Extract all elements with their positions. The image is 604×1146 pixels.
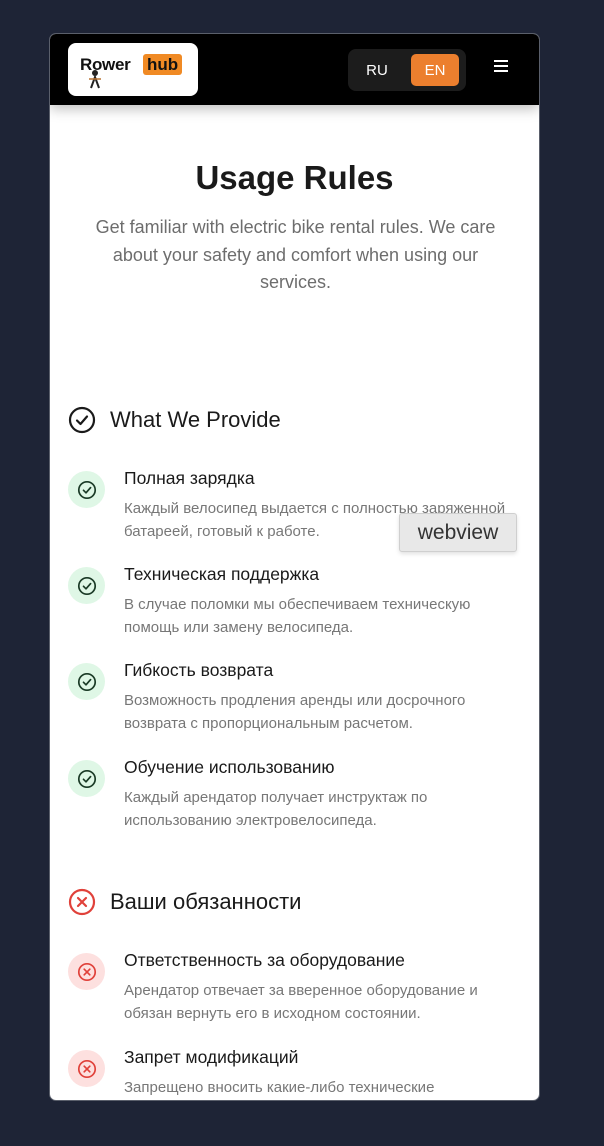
x-circle-icon — [68, 888, 96, 916]
check-badge-icon — [68, 471, 105, 508]
page-subtitle: Get familiar with electric bike rental r… — [95, 217, 496, 292]
lang-ru-button[interactable]: RU — [353, 54, 401, 86]
check-badge-icon — [68, 567, 105, 604]
top-navbar: Rower hub RU EN — [50, 34, 539, 105]
logo[interactable]: Rower hub — [68, 43, 198, 96]
item-title: Ответственность за оборудование — [124, 950, 405, 970]
item-title: Полная зарядка — [124, 468, 255, 488]
hamburger-icon[interactable] — [494, 60, 511, 80]
check-badge-icon — [68, 760, 105, 797]
item-title: Запрет модификаций — [124, 1047, 299, 1067]
lang-en-button[interactable]: EN — [411, 54, 459, 86]
item-description: Каждый арендатор получает инструктаж по … — [124, 789, 428, 829]
logo-text-hub: hub — [143, 54, 183, 75]
x-badge-icon — [68, 1050, 105, 1087]
language-switcher: RU EN — [348, 49, 466, 91]
section-provide-header: What We Provide — [68, 406, 281, 434]
section-obligations-title: Ваши обязанности — [110, 889, 302, 914]
item-title: Техническая поддержка — [124, 564, 320, 584]
check-circle-icon — [68, 406, 96, 434]
rider-logo-icon — [89, 70, 101, 89]
page-title: Usage Rules — [195, 159, 394, 196]
item-description: Возможность продления аренды или досрочн… — [124, 692, 466, 732]
check-badge-icon — [68, 663, 105, 700]
item-title: Гибкость возврата — [124, 660, 274, 680]
webview-tooltip: webview — [399, 513, 517, 552]
item-description: В случае поломки мы обеспечиваем техниче… — [124, 596, 471, 636]
item-description: Запрещено вносить какие-либо технические… — [124, 1079, 435, 1096]
item-description: Арендатор отвечает за вверенное оборудов… — [124, 982, 478, 1022]
item-title: Обучение использованию — [124, 757, 335, 777]
section-provide-title: What We Provide — [110, 407, 281, 432]
app-frame: Rower hub RU EN Usage Rules Get familiar… — [49, 33, 540, 1101]
x-badge-icon — [68, 953, 105, 990]
section-obligations-header: Ваши обязанности — [68, 888, 301, 916]
